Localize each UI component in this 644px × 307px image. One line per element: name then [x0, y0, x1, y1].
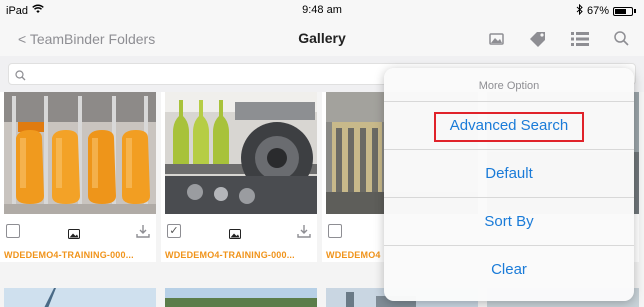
image-icon: [68, 226, 80, 244]
nav-bar: < TeamBinder Folders Gallery: [0, 22, 644, 56]
image-icon: [229, 226, 241, 244]
status-time: 9:48 am: [302, 4, 342, 16]
tag-icon[interactable]: [526, 28, 550, 50]
card-title[interactable]: WDEDEMO4-TRAINING-000...: [165, 250, 295, 260]
more-option-menu: More Option Advanced Search Default Sort…: [384, 68, 634, 301]
card-title[interactable]: WDEDEMO4: [326, 250, 381, 260]
menu-item-clear[interactable]: Clear: [384, 246, 634, 294]
status-right: 67%: [576, 3, 636, 18]
menu-item-label: Sort By: [484, 213, 534, 230]
select-checkbox[interactable]: [328, 224, 342, 238]
menu-item-sort-by[interactable]: Sort By: [384, 198, 634, 246]
thumbnail-image[interactable]: [4, 92, 156, 214]
highlight-box: [434, 112, 584, 142]
menu-item-default[interactable]: Default: [384, 150, 634, 198]
thumbnail-image[interactable]: [165, 288, 317, 307]
card-controls: [4, 222, 156, 240]
gallery-card[interactable]: WDEDEMO4-TRAINING-000...: [0, 92, 156, 262]
thumbnail-image[interactable]: [165, 92, 317, 214]
card-title[interactable]: WDEDEMO4-TRAINING-000...: [4, 250, 134, 260]
battery-percent: 67%: [586, 5, 609, 17]
download-icon[interactable]: [297, 224, 311, 243]
gallery-card[interactable]: ✓ WDEDEMO4-TRAINING-000...: [161, 92, 317, 262]
card-controls: ✓: [165, 222, 317, 240]
status-bar: iPad 9:48 am 67%: [0, 0, 644, 22]
bluetooth-icon: [576, 3, 583, 18]
thumbnail-image[interactable]: [4, 288, 156, 307]
menu-item-label: Clear: [491, 261, 527, 278]
download-icon[interactable]: [136, 224, 150, 243]
select-checkbox[interactable]: [6, 224, 20, 238]
menu-header: More Option: [384, 68, 634, 102]
menu-item-advanced-search[interactable]: Advanced Search: [384, 102, 634, 150]
nav-actions: [484, 28, 634, 50]
select-checkbox[interactable]: ✓: [167, 224, 181, 238]
search-icon: [15, 68, 26, 86]
battery-icon: [613, 6, 633, 16]
search-icon[interactable]: [610, 28, 634, 50]
image-icon[interactable]: [484, 28, 508, 50]
menu-item-label: Default: [485, 165, 533, 182]
list-icon[interactable]: [568, 28, 592, 50]
